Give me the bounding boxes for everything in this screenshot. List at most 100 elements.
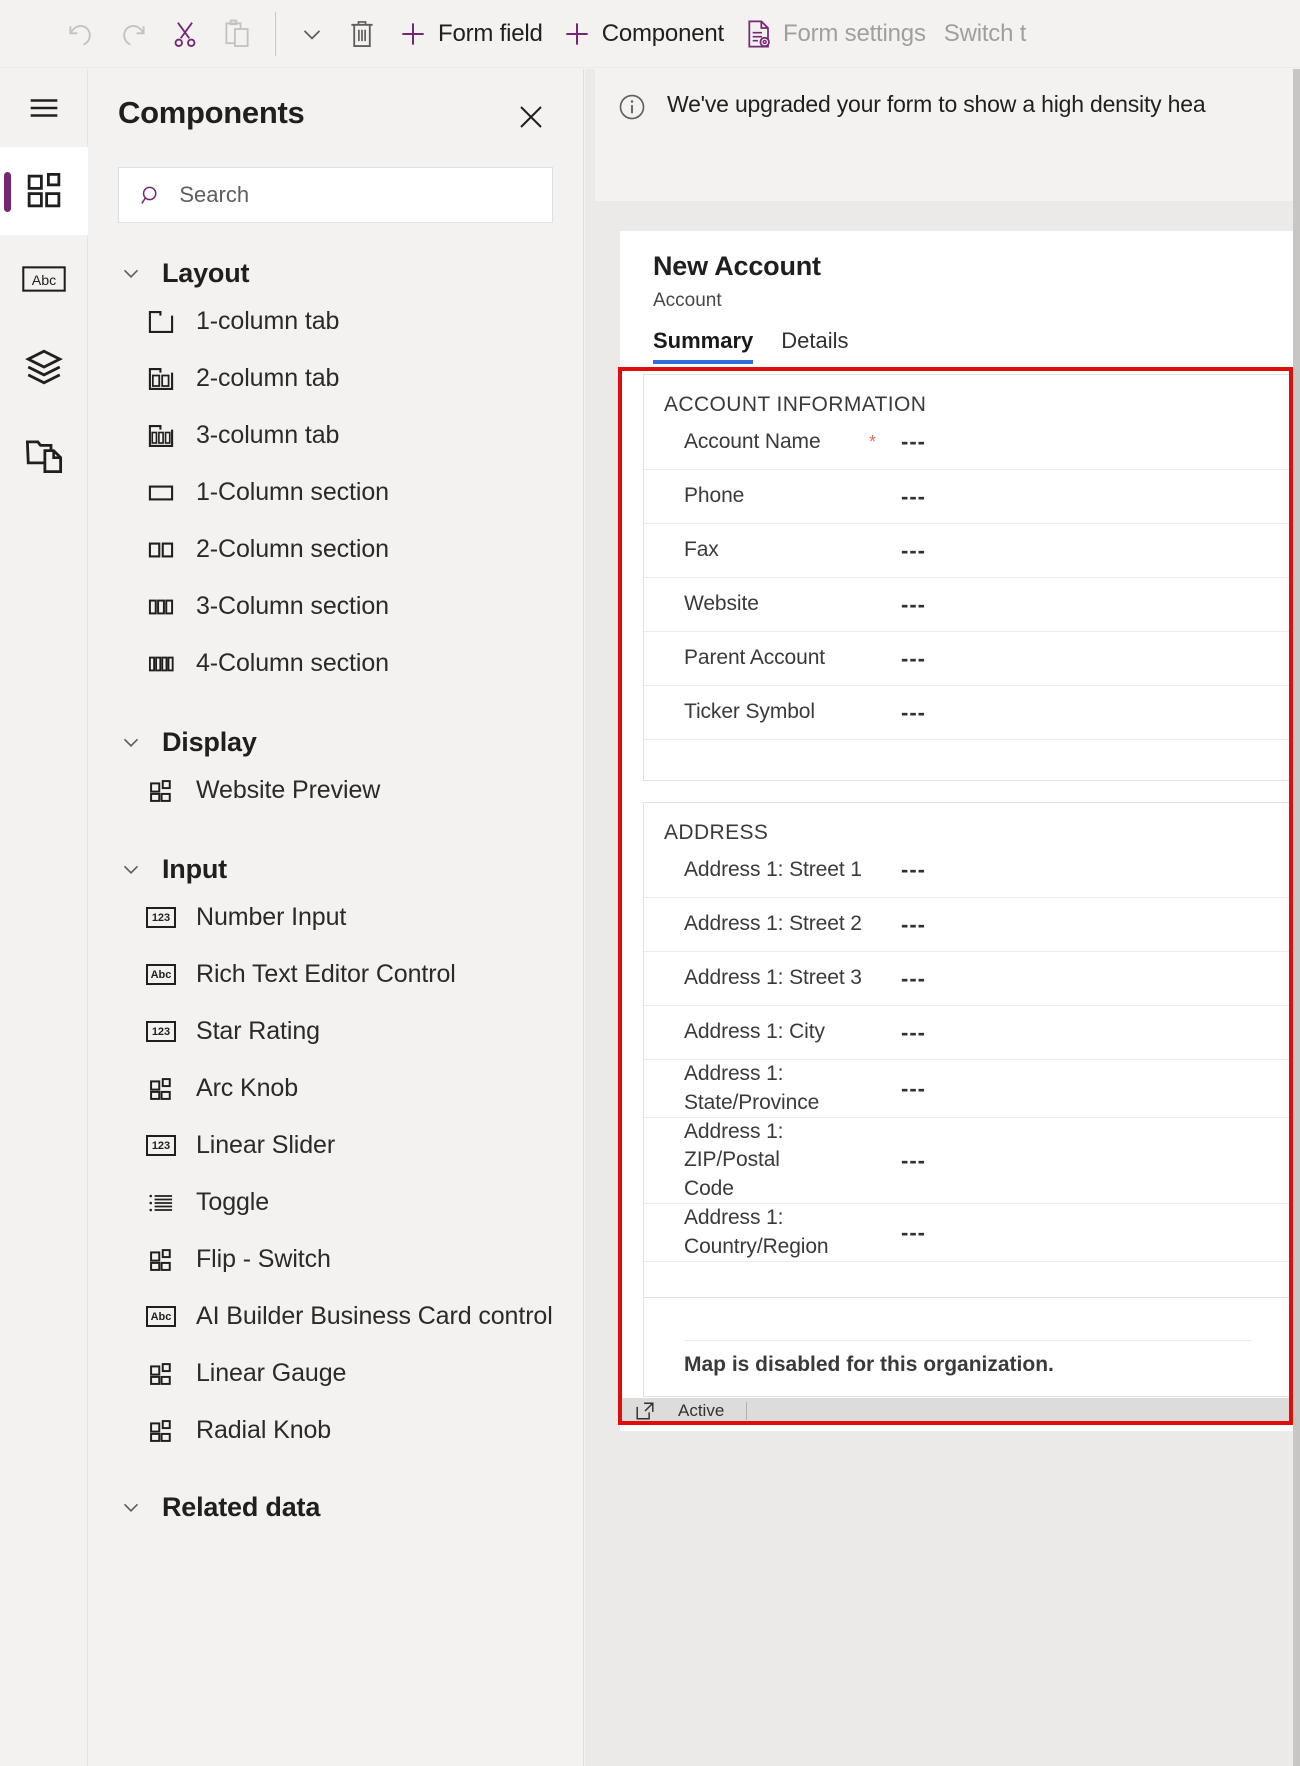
plus-icon: [402, 22, 424, 45]
group-header-layout[interactable]: Layout: [89, 253, 583, 293]
one-column-tab-icon: [146, 307, 176, 337]
field-value: ---: [901, 965, 926, 991]
component-label: Arc Knob: [196, 1074, 299, 1102]
canvas-scrollbar[interactable]: [1293, 69, 1300, 1766]
component-item-2-column-tab[interactable]: 2-column tab: [89, 350, 583, 407]
group-header-input[interactable]: Input: [89, 849, 583, 889]
component-blocks-icon: [146, 1245, 176, 1275]
component-item-website-preview[interactable]: Website Preview: [89, 762, 583, 819]
component-label: Linear Gauge: [196, 1359, 347, 1387]
abc-badge-icon: Abc: [146, 1302, 176, 1332]
two-column-tab-icon: [146, 364, 176, 394]
panel-title: Components: [118, 95, 305, 130]
field-label: Address 1: City: [684, 1020, 825, 1044]
status-divider: [746, 1402, 748, 1420]
sidebar-item-related[interactable]: [0, 411, 88, 499]
component-label: Flip - Switch: [196, 1245, 331, 1273]
field-label: Address 1: Street 1: [684, 857, 862, 881]
status-label: Active: [678, 1401, 725, 1420]
component-item-1-column-section[interactable]: 1-Column section: [89, 464, 583, 521]
component-item-ai-builder-business-card-control[interactable]: Abc AI Builder Business Card control: [89, 1288, 583, 1345]
two-column-section-icon: [146, 535, 176, 565]
sidebar-item-menu[interactable]: [0, 69, 88, 147]
field-value: ---: [901, 857, 926, 882]
component-item-number-input[interactable]: 123 Number Input: [89, 889, 583, 946]
field-row[interactable]: Address 1: City ---: [644, 1005, 1292, 1059]
redo-button[interactable]: [107, 12, 159, 56]
field-row[interactable]: Ticker Symbol ---: [644, 685, 1292, 739]
undo-button[interactable]: [55, 12, 107, 56]
paste-button[interactable]: [211, 12, 263, 56]
three-column-section-icon: [146, 592, 176, 622]
form-settings-button[interactable]: Form settings: [733, 12, 935, 56]
component-item-4-column-section[interactable]: 4-Column section: [89, 635, 583, 692]
field-row[interactable]: Address 1: Street 3 ---: [644, 951, 1292, 1005]
field-row[interactable]: Address 1: Street 1 ---: [644, 843, 1292, 897]
toolbar-divider: [275, 11, 276, 56]
component-item-3-column-section[interactable]: 3-Column section: [89, 578, 583, 635]
component-item-toggle[interactable]: Toggle: [89, 1174, 583, 1231]
field-row[interactable]: Fax ---: [644, 523, 1292, 577]
tab-details[interactable]: Details: [781, 328, 848, 364]
section-bottom-spacer: [644, 739, 1292, 781]
component-item-2-column-section[interactable]: 2-Column section: [89, 521, 583, 578]
required-marker: *: [869, 431, 877, 452]
switch-button[interactable]: Switch t: [935, 12, 1035, 56]
form-field-button[interactable]: Form field: [388, 12, 552, 56]
component-item-star-rating[interactable]: 123 Star Rating: [89, 1003, 583, 1060]
overflow-button[interactable]: [288, 12, 336, 56]
field-row[interactable]: Address 1: ZIP/Postal Code ---: [644, 1117, 1292, 1203]
component-label: Component: [601, 19, 724, 47]
sidebar-item-components[interactable]: [0, 147, 88, 235]
component-label: Number Input: [196, 903, 347, 931]
layers-icon: [25, 349, 63, 385]
close-panel-button[interactable]: [509, 95, 553, 144]
field-label: Account Name: [684, 429, 821, 453]
field-label: Address 1: Street 3: [684, 966, 862, 990]
tab-summary[interactable]: Summary: [653, 328, 754, 364]
popout-icon[interactable]: [634, 1400, 656, 1422]
form-settings-icon: [748, 19, 770, 48]
abc-badge-icon: Abc: [146, 960, 176, 990]
component-item-linear-slider[interactable]: 123 Linear Slider: [89, 1117, 583, 1174]
component-item-3-column-tab[interactable]: 3-column tab: [89, 407, 583, 464]
related-files-icon: [25, 440, 63, 474]
field-value: ---: [901, 699, 926, 725]
component-blocks-icon: [146, 776, 176, 806]
field-row[interactable]: Address 1: Street 2 ---: [644, 897, 1292, 951]
address-fields: Address 1: Street 1 --- Address 1: Stree…: [643, 843, 1293, 1304]
field-value: ---: [901, 1075, 926, 1101]
cut-button[interactable]: [159, 12, 211, 56]
component-item-radial-knob[interactable]: Radial Knob: [89, 1402, 583, 1459]
component-item-rich-text-editor-control[interactable]: Abc Rich Text Editor Control: [89, 946, 583, 1003]
group-title: Layout: [162, 257, 250, 288]
component-label: Radial Knob: [196, 1416, 332, 1444]
group-header-display[interactable]: Display: [89, 722, 583, 762]
sidebar-item-table-columns[interactable]: Abc: [0, 235, 88, 323]
field-row[interactable]: Parent Account ---: [644, 631, 1292, 685]
field-row[interactable]: Address 1: Country/Region ---: [644, 1203, 1292, 1261]
delete-button[interactable]: [336, 12, 388, 56]
component-item-arc-knob[interactable]: Arc Knob: [89, 1060, 583, 1117]
notification-text: We've upgraded your form to show a high …: [667, 91, 1206, 117]
field-row[interactable]: Account Name * ---: [644, 415, 1292, 469]
component-item-flip-switch[interactable]: Flip - Switch: [89, 1231, 583, 1288]
component-item-1-column-tab[interactable]: 1-column tab: [89, 293, 583, 350]
chevron-down-icon: [123, 1503, 139, 1512]
group-header-related-data[interactable]: Related data: [89, 1487, 583, 1527]
field-row[interactable]: Website ---: [644, 577, 1292, 631]
search-input[interactable]: [177, 181, 532, 209]
section-map: Map is disabled for this organization.: [643, 1297, 1293, 1397]
field-row[interactable]: Address 1: State/Province ---: [644, 1059, 1292, 1117]
component-button[interactable]: Component: [552, 12, 733, 56]
component-item-linear-gauge[interactable]: Linear Gauge: [89, 1345, 583, 1402]
map-disabled-message: Map is disabled for this organization.: [684, 1353, 1054, 1376]
field-row[interactable]: Phone ---: [644, 469, 1292, 523]
component-label: 1-column tab: [196, 307, 340, 335]
chevron-down-icon: [123, 269, 139, 278]
search-box[interactable]: [118, 167, 553, 223]
field-value: ---: [901, 429, 926, 454]
component-label: Linear Slider: [196, 1131, 336, 1159]
sidebar-item-tree-view[interactable]: [0, 323, 88, 411]
group-title: Related data: [162, 1491, 321, 1522]
